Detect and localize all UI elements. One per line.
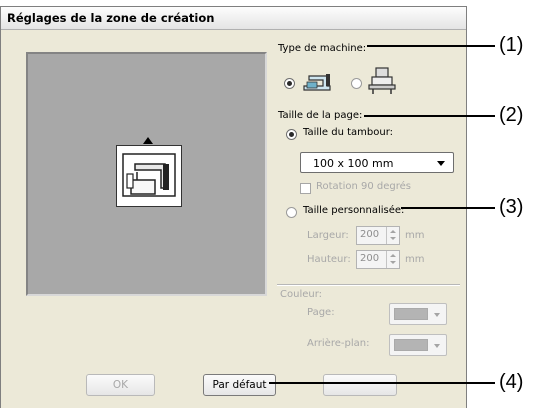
rotate-90-label: Rotation 90 degrés <box>316 181 412 192</box>
background-color-swatch <box>394 339 428 351</box>
spin-down-icon <box>390 237 396 240</box>
radio-hoop-size[interactable] <box>286 129 297 140</box>
width-spin-buttons[interactable] <box>386 227 399 244</box>
chevron-down-icon <box>437 161 445 166</box>
cancel-button[interactable] <box>323 374 397 396</box>
height-value: 200 <box>360 253 380 264</box>
ok-button[interactable]: OK <box>86 374 155 396</box>
radio-custom-size[interactable] <box>286 207 297 218</box>
sewing-machine-on-hoop-icon <box>116 145 182 207</box>
width-value: 200 <box>360 229 380 240</box>
callout-3: (3) <box>499 196 524 218</box>
callout-line-1 <box>367 45 495 47</box>
hoop-orientation-marker <box>143 137 153 144</box>
section-divider <box>277 284 460 286</box>
multi-needle-embroidery-machine-icon <box>367 67 397 95</box>
spin-down-icon <box>390 261 396 264</box>
spin-up-icon <box>390 254 396 257</box>
width-spinbox[interactable]: 200 <box>356 226 400 245</box>
default-button[interactable]: Par défaut <box>203 374 276 396</box>
page-color-label: Page: <box>307 307 335 318</box>
callout-4: (4) <box>499 371 524 393</box>
callout-line-4 <box>269 382 495 384</box>
custom-size-label: Taille personnalisée: <box>303 205 405 216</box>
hoop-size-label: Taille du tambour: <box>303 127 394 138</box>
radio-multi-needle[interactable] <box>351 78 362 89</box>
page-color-select[interactable] <box>389 303 447 325</box>
hoop-size-value: 100 x 100 mm <box>313 157 394 170</box>
callout-2: (2) <box>499 104 524 126</box>
chevron-down-icon <box>434 313 440 317</box>
callout-line-2 <box>364 115 495 117</box>
height-label: Hauteur: <box>307 254 351 265</box>
height-spinbox[interactable]: 200 <box>356 250 400 269</box>
rotate-90-checkbox[interactable] <box>300 183 311 194</box>
callout-1: (1) <box>499 34 524 56</box>
spin-up-icon <box>390 230 396 233</box>
height-spin-buttons[interactable] <box>386 251 399 268</box>
hoop-size-select[interactable]: 100 x 100 mm <box>300 152 454 173</box>
width-unit: mm <box>405 230 425 241</box>
machine-type-label: Type de machine: <box>278 43 367 54</box>
background-color-select[interactable] <box>389 334 447 356</box>
page-color-swatch <box>394 308 428 320</box>
dialog-title: Réglages de la zone de création <box>7 11 215 25</box>
title-bar: Réglages de la zone de création <box>1 7 466 30</box>
width-label: Largeur: <box>307 230 349 241</box>
design-settings-dialog: Réglages de la zone de création Type de … <box>0 6 467 408</box>
page-preview <box>26 52 267 296</box>
background-color-label: Arrière-plan: <box>307 338 370 349</box>
color-label: Couleur: <box>280 289 323 300</box>
callout-line-3 <box>401 207 495 209</box>
chevron-down-icon <box>434 344 440 348</box>
single-needle-sewing-machine-icon <box>300 70 334 94</box>
page-size-label: Taille de la page: <box>278 110 363 121</box>
height-unit: mm <box>405 254 425 265</box>
radio-single-needle[interactable] <box>284 78 295 89</box>
